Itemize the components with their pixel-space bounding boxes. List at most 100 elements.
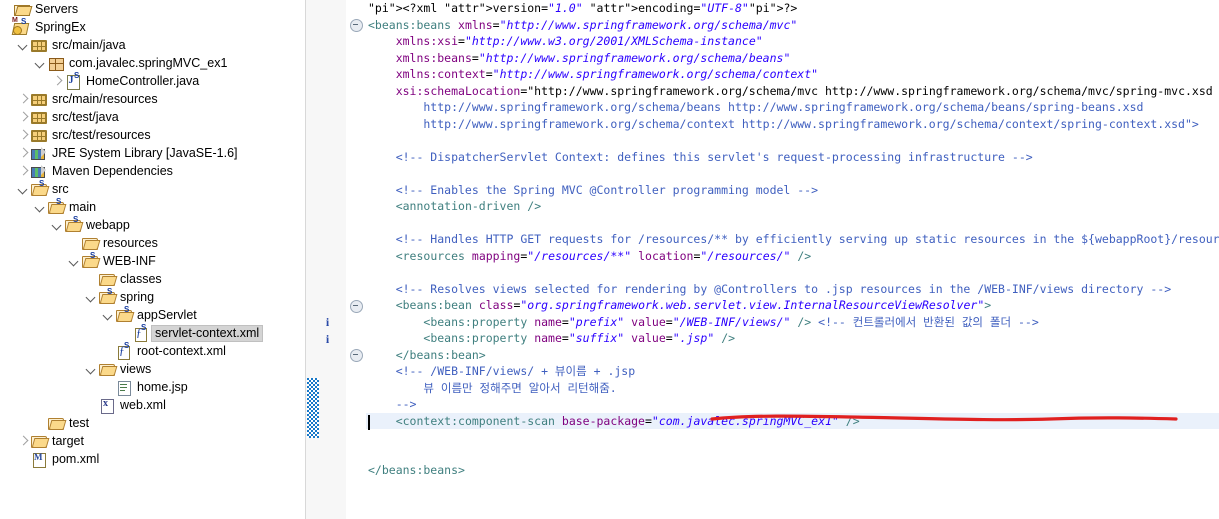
tree-item-test[interactable]: test <box>0 414 320 432</box>
tree-item-main[interactable]: Smain <box>0 197 320 216</box>
code-line[interactable] <box>366 215 1219 232</box>
chevron-right-icon[interactable] <box>51 72 64 90</box>
code-line[interactable]: <!-- Handles HTTP GET requests for /reso… <box>366 231 1219 248</box>
code-line[interactable]: --> <box>366 396 1219 413</box>
code-line[interactable]: xsi:schemaLocation="http://www.springfra… <box>366 83 1219 100</box>
spring-project-icon: MS <box>12 17 31 36</box>
xml-editor-panel[interactable]: ii "pi"><?xml "attr">version="1.0" "attr… <box>320 0 1219 519</box>
tree-item-maven-dependencies[interactable]: Maven Dependencies <box>0 162 320 180</box>
code-line[interactable]: <!-- /WEB-INF/views/ + 뷰이름 + .jsp <box>366 363 1219 380</box>
code-line[interactable]: </beans:bean> <box>366 347 1219 364</box>
code-line[interactable]: <!-- Resolves views selected for renderi… <box>366 281 1219 298</box>
chevron-down-icon[interactable] <box>34 54 47 72</box>
code-line[interactable] <box>366 165 1219 182</box>
chevron-down-icon[interactable] <box>17 36 30 54</box>
tree-item-label-wrap: HomeController.java <box>85 74 199 88</box>
tree-item-label-wrap: test <box>68 416 89 430</box>
code-line[interactable]: <beans:bean class="org.springframework.w… <box>366 297 1219 314</box>
tree-item-views[interactable]: views <box>0 360 320 378</box>
tree-item-label: spring <box>120 290 155 304</box>
tree-item-web-inf[interactable]: S WEB-INF <box>0 251 320 270</box>
chevron-right-icon[interactable] <box>17 126 30 144</box>
chevron-down-icon[interactable] <box>68 252 81 270</box>
code-line[interactable] <box>366 446 1219 463</box>
tree-item-root-context-xml[interactable]: Sroot-context.xml <box>0 341 320 360</box>
tree-item-spring[interactable]: Sspring <box>0 287 320 306</box>
folder-icon <box>30 432 48 450</box>
chevron-down-icon[interactable] <box>85 288 98 306</box>
tree-item-src[interactable]: Ssrc <box>0 179 320 198</box>
tree-item-webapp[interactable]: Swebapp <box>0 215 320 234</box>
tree-item-src-test-resources[interactable]: src/test/resources <box>0 126 320 144</box>
code-line[interactable] <box>366 132 1219 149</box>
code-line[interactable]: </beans:beans> <box>366 462 1219 479</box>
folder-s-icon: S <box>98 287 116 306</box>
jsp-file-icon <box>115 378 133 396</box>
fold-collapse-icon[interactable] <box>350 349 363 362</box>
code-line[interactable]: <!-- Enables the Spring MVC @Controller … <box>366 182 1219 199</box>
code-line[interactable] <box>366 264 1219 281</box>
tree-item-pom-xml[interactable]: pom.xml <box>0 450 320 468</box>
code-line[interactable]: http://www.springframework.org/schema/co… <box>366 116 1219 133</box>
code-line[interactable]: "pi"><?xml "attr">version="1.0" "attr">e… <box>366 0 1219 17</box>
tree-item-target[interactable]: target <box>0 432 320 450</box>
tree-item-label-wrap: web.xml <box>119 398 166 412</box>
tree-item-label-wrap: webapp <box>85 218 130 232</box>
editor-code-area[interactable]: "pi"><?xml "attr">version="1.0" "attr">e… <box>366 0 1219 519</box>
chevron-right-icon[interactable] <box>17 432 30 450</box>
tree-item-homecontroller-java[interactable]: S HomeController.java <box>0 71 320 90</box>
tree-item-jre-system-library[interactable]: JRE System Library [JavaSE-1.6] <box>0 144 320 162</box>
code-line[interactable]: http://www.springframework.org/schema/be… <box>366 99 1219 116</box>
tree-item-classes[interactable]: classes <box>0 270 320 288</box>
info-marker-icon[interactable]: i <box>323 316 332 329</box>
tree-item-servers[interactable]: Servers <box>0 0 320 18</box>
package-explorer-panel[interactable]: Servers M S SpringEx src/main/java com.javale… <box>0 0 320 519</box>
code-line[interactable]: <!-- DispatcherServlet Context: defines … <box>366 149 1219 166</box>
tree-item-resources[interactable]: resources <box>0 234 320 252</box>
tree-item-label: appServlet <box>137 308 197 322</box>
code-line[interactable]: xmlns:beans="http://www.springframework.… <box>366 50 1219 67</box>
tree-item-home-jsp[interactable]: home.jsp <box>0 378 320 396</box>
folder-icon <box>81 234 99 252</box>
chevron-down-icon[interactable] <box>102 306 115 324</box>
tree-vertical-scrollbar[interactable] <box>305 0 320 519</box>
project-tree[interactable]: Servers M S SpringEx src/main/java com.javale… <box>0 0 320 468</box>
tree-item-springex[interactable]: M S SpringEx <box>0 17 320 36</box>
code-line[interactable]: <resources mapping="/resources/**" locat… <box>366 248 1219 265</box>
chevron-down-icon[interactable] <box>17 180 30 198</box>
tree-item-label-wrap: src/test/java <box>51 110 119 124</box>
code-line[interactable]: 뷰 이름만 정해주면 알아서 리턴해줌. <box>366 380 1219 397</box>
tree-item-web-xml[interactable]: web.xml <box>0 396 320 414</box>
chevron-right-icon[interactable] <box>17 90 30 108</box>
info-marker-icon[interactable]: i <box>323 332 332 346</box>
code-line[interactable]: <beans:beans xmlns="http://www.springfra… <box>366 17 1219 34</box>
code-line[interactable]: <beans:property name="suffix" value=".js… <box>366 330 1219 347</box>
chevron-down-icon[interactable] <box>51 216 64 234</box>
spring-badge: S <box>141 323 147 332</box>
code-line[interactable]: <annotation-driven /> <box>366 198 1219 215</box>
chevron-right-icon[interactable] <box>17 162 30 180</box>
fold-collapse-icon[interactable] <box>350 19 363 32</box>
fold-collapse-icon[interactable] <box>350 299 363 313</box>
tree-item-label-wrap: com.javalec.springMVC_ex1 <box>68 56 227 70</box>
editor-fold-strip[interactable] <box>346 0 366 519</box>
tree-item-appservlet[interactable]: SappServlet <box>0 305 320 324</box>
chevron-right-icon[interactable] <box>17 108 30 126</box>
editor-annotation-gutter[interactable]: ii <box>320 0 347 519</box>
code-line[interactable]: xmlns:xsi="http://www.w3.org/2001/XMLSch… <box>366 33 1219 50</box>
tree-item-src-main-resources[interactable]: src/main/resources <box>0 90 320 108</box>
tree-item-label: HomeController.java <box>86 74 200 88</box>
pom-file-icon <box>30 450 48 468</box>
tree-scrollbar-thumb[interactable] <box>307 378 319 438</box>
tree-item-com-javalec-springmvc-ex1[interactable]: com.javalec.springMVC_ex1 <box>0 54 320 72</box>
tree-item-src-test-java[interactable]: src/test/java <box>0 108 320 126</box>
code-line[interactable]: xmlns:context="http://www.springframewor… <box>366 66 1219 83</box>
tree-item-src-main-java[interactable]: src/main/java <box>0 36 320 54</box>
code-line[interactable] <box>366 429 1219 446</box>
chevron-right-icon[interactable] <box>17 144 30 162</box>
spring-badge: S <box>39 179 45 188</box>
chevron-down-icon[interactable] <box>34 198 47 216</box>
chevron-down-icon[interactable] <box>85 360 98 378</box>
code-line[interactable]: <beans:property name="prefix" value="/WE… <box>366 314 1219 331</box>
tree-item-servlet-context-xml[interactable]: Sservlet-context.xml <box>0 323 320 342</box>
